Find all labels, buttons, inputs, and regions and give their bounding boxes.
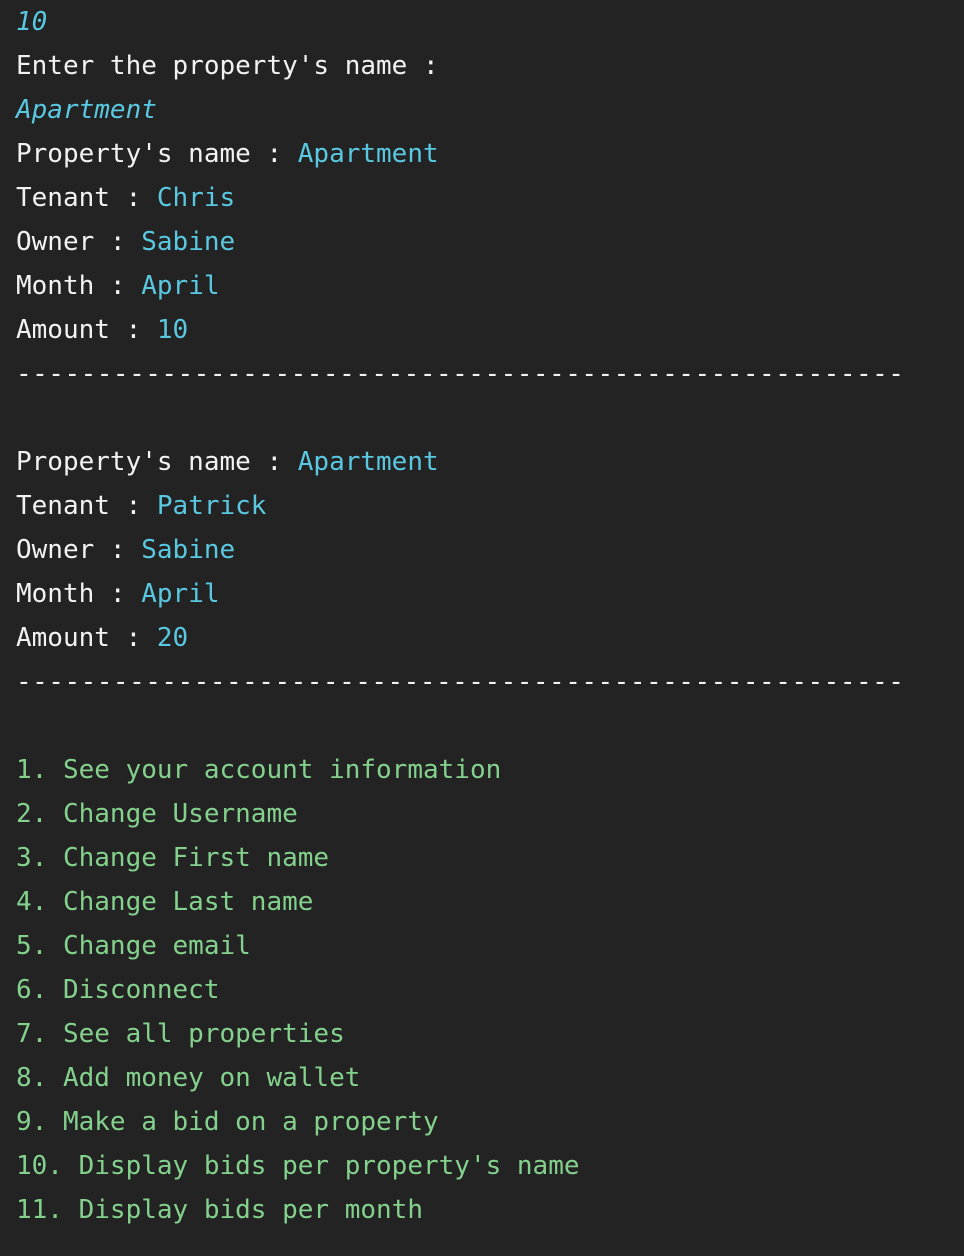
record-owner-value: Sabine: [141, 535, 236, 565]
record-tenant-value: Patrick: [156, 491, 267, 521]
property-name-prompt: Enter the property's name :: [16, 51, 439, 81]
menu-item-add-money: 8. Add money on wallet: [16, 1063, 361, 1093]
record-property-value: Apartment: [297, 139, 439, 169]
menu-item-change-first-name: 3. Change First name: [16, 843, 330, 873]
record-month-value: April: [141, 271, 220, 301]
user-input-amount: 10: [16, 7, 48, 37]
menu-item-change-username: 2. Change Username: [16, 799, 298, 829]
record-tenant-label: Tenant :: [16, 183, 157, 213]
record-property-label: Property's name :: [16, 447, 298, 477]
menu-item-see-properties: 7. See all properties: [16, 1019, 345, 1049]
bid-record: Property's name : Apartment Tenant : Pat…: [16, 440, 948, 704]
menu-item-account-info: 1. See your account information: [16, 755, 502, 785]
record-owner-line: Owner : Sabine: [16, 528, 948, 572]
menu-item-change-email: 5. Change email: [16, 931, 251, 961]
record-tenant-line: Tenant : Patrick: [16, 484, 948, 528]
record-owner-line: Owner : Sabine: [16, 220, 948, 264]
record-month-value: April: [141, 579, 220, 609]
record-amount-label: Amount :: [16, 315, 157, 345]
record-separator: ----------------------------------------…: [16, 667, 905, 697]
menu-item-bids-per-property: 10. Display bids per property's name: [16, 1151, 580, 1181]
menu-item-make-bid: 9. Make a bid on a property: [16, 1107, 439, 1137]
record-separator: ----------------------------------------…: [16, 359, 905, 389]
record-month-label: Month :: [16, 271, 142, 301]
record-property-line: Property's name : Apartment: [16, 132, 948, 176]
record-amount-line: Amount : 10: [16, 308, 948, 352]
bid-record: Property's name : Apartment Tenant : Chr…: [16, 132, 948, 396]
menu-item-change-last-name: 4. Change Last name: [16, 887, 314, 917]
record-amount-label: Amount :: [16, 623, 157, 653]
record-tenant-value: Chris: [156, 183, 236, 213]
record-property-label: Property's name :: [16, 139, 298, 169]
record-owner-label: Owner :: [16, 535, 142, 565]
record-month-line: Month : April: [16, 264, 948, 308]
record-month-label: Month :: [16, 579, 142, 609]
record-month-line: Month : April: [16, 572, 948, 616]
record-property-line: Property's name : Apartment: [16, 440, 948, 484]
record-tenant-label: Tenant :: [16, 491, 157, 521]
console-output: 10 Enter the property's name : Apartment…: [0, 0, 964, 1232]
record-owner-value: Sabine: [141, 227, 236, 257]
record-amount-line: Amount : 20: [16, 616, 948, 660]
menu-item-bids-per-month: 11. Display bids per month: [16, 1195, 423, 1225]
main-menu: 1. See your account information 2. Chang…: [16, 748, 948, 1232]
menu-item-disconnect: 6. Disconnect: [16, 975, 220, 1005]
record-amount-value: 20: [156, 623, 189, 653]
record-amount-value: 10: [156, 315, 189, 345]
record-owner-label: Owner :: [16, 227, 142, 257]
record-tenant-line: Tenant : Chris: [16, 176, 948, 220]
record-property-value: Apartment: [297, 447, 439, 477]
user-input-property: Apartment: [16, 95, 157, 125]
